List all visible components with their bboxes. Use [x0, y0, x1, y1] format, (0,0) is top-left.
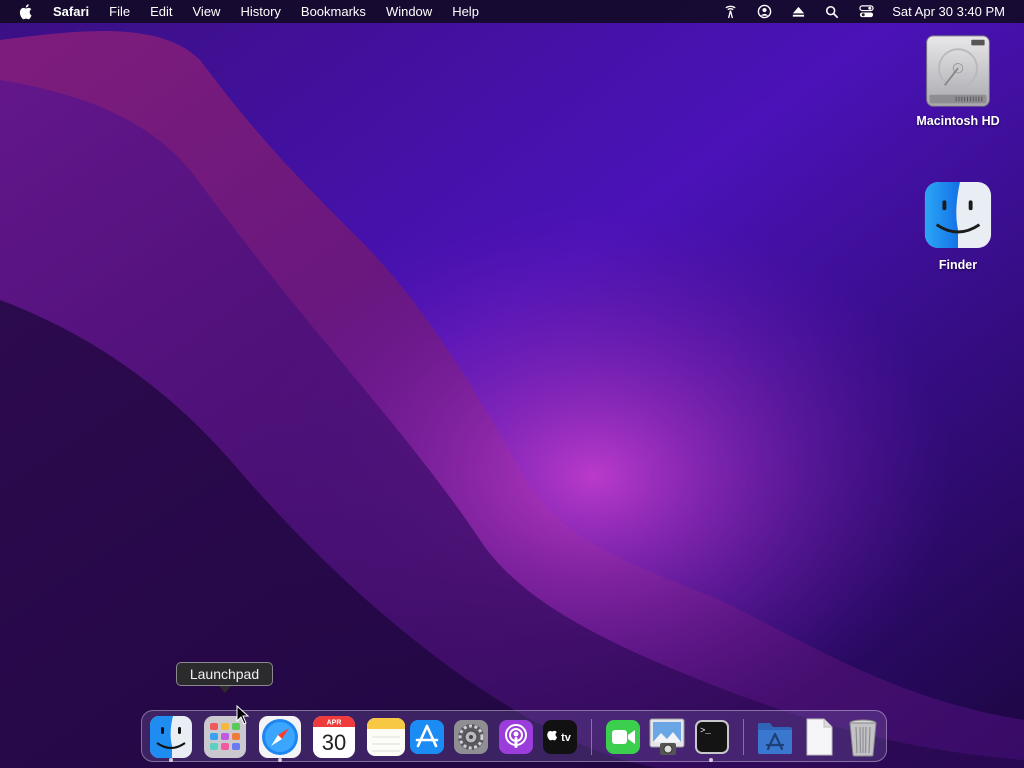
menu-clock[interactable]: Sat Apr 30 3:40 PM — [892, 4, 1005, 19]
dock-separator — [743, 719, 744, 755]
terminal-icon: >_ — [695, 720, 729, 754]
dock-tooltip-arrow — [219, 686, 231, 693]
search-icon[interactable] — [824, 4, 840, 20]
dock-item-facetime[interactable] — [601, 715, 645, 759]
calendar-month: APR — [327, 720, 342, 727]
menu-history[interactable]: History — [240, 4, 280, 19]
menu-file[interactable]: File — [109, 4, 130, 19]
dock-item-preview[interactable] — [645, 715, 689, 759]
menu-bookmarks[interactable]: Bookmarks — [301, 4, 366, 19]
desktop-icon-label: Finder — [938, 258, 978, 272]
dock-item-podcasts[interactable] — [494, 715, 538, 759]
broadcast-icon[interactable] — [722, 4, 738, 20]
menu-window[interactable]: Window — [386, 4, 432, 19]
apple-tv-icon: tv — [543, 720, 577, 754]
dock-item-tv[interactable]: tv — [538, 715, 582, 759]
dock-item-app-store[interactable] — [405, 715, 449, 759]
mouse-pointer-icon — [236, 705, 250, 725]
safari-icon — [259, 716, 301, 758]
notes-icon — [367, 718, 405, 756]
eject-icon[interactable] — [790, 4, 806, 20]
dock-running-indicator — [709, 758, 713, 762]
dock-item-applications[interactable] — [753, 715, 797, 759]
calendar-day: 30 — [322, 730, 346, 755]
hard-drive-icon — [922, 34, 994, 107]
menu-edit[interactable]: Edit — [150, 4, 172, 19]
document-icon — [806, 718, 833, 756]
dock-item-safari[interactable] — [258, 715, 302, 759]
apple-logo-icon[interactable] — [18, 3, 36, 21]
menu-app-name[interactable]: Safari — [53, 4, 89, 19]
dock-item-trash[interactable] — [841, 715, 885, 759]
dock: APR 30 tv >_ — [141, 710, 887, 762]
podcasts-icon — [499, 720, 533, 754]
terminal-prompt: >_ — [700, 726, 711, 736]
system-preferences-icon — [454, 720, 488, 754]
desktop-icon-macintosh-hd[interactable]: Macintosh HD — [908, 34, 1008, 128]
finder-icon — [922, 180, 994, 250]
app-store-icon — [410, 720, 444, 754]
dock-item-document[interactable] — [797, 715, 841, 759]
user-account-icon[interactable] — [756, 4, 772, 20]
dock-running-indicator — [278, 758, 282, 762]
dock-item-calendar[interactable]: APR 30 — [312, 715, 356, 759]
dock-separator — [591, 719, 592, 755]
tv-label: tv — [561, 732, 572, 744]
menu-bar: Safari File Edit View History Bookmarks … — [0, 0, 1024, 23]
dock-item-notes[interactable] — [364, 715, 408, 759]
facetime-icon — [606, 720, 640, 754]
desktop-icon-finder[interactable]: Finder — [908, 180, 1008, 272]
dock-item-finder[interactable] — [149, 715, 193, 759]
dock-item-system-preferences[interactable] — [449, 715, 493, 759]
desktop-icon-label: Macintosh HD — [916, 114, 1000, 128]
applications-folder-icon — [758, 723, 792, 754]
menu-help[interactable]: Help — [452, 4, 479, 19]
menu-view[interactable]: View — [193, 4, 221, 19]
preview-icon — [649, 718, 685, 755]
dock-tooltip: Launchpad — [176, 662, 273, 686]
finder-icon — [150, 716, 192, 758]
control-center-icon[interactable] — [858, 4, 874, 20]
dock-item-terminal[interactable]: >_ — [690, 715, 734, 759]
calendar-icon: APR 30 — [313, 716, 355, 758]
trash-icon — [849, 719, 877, 757]
dock-running-indicator — [169, 758, 173, 762]
desktop-wallpaper — [0, 0, 1024, 768]
